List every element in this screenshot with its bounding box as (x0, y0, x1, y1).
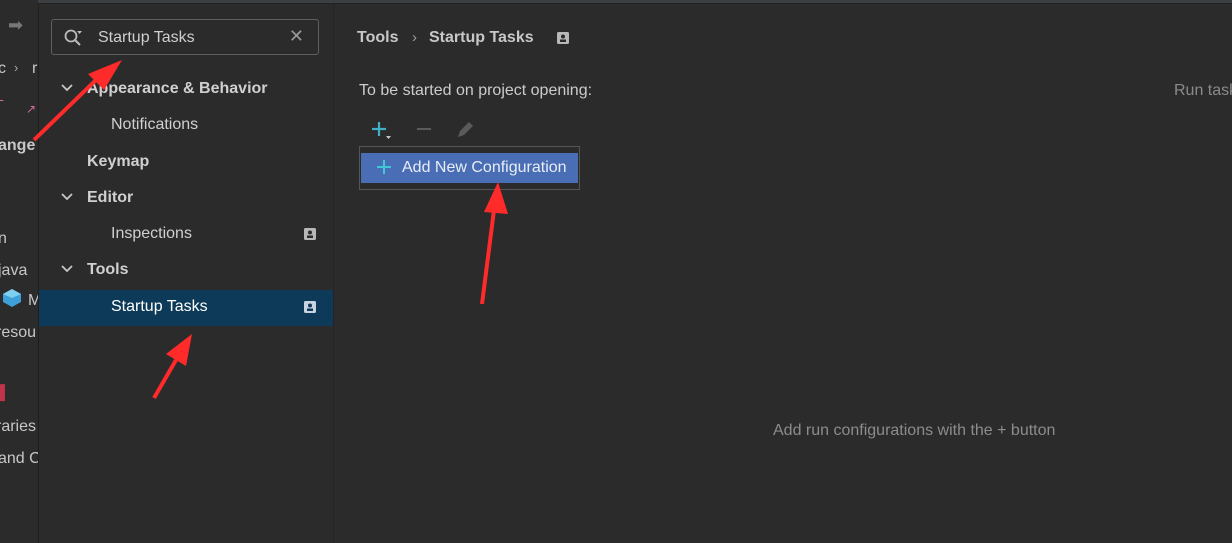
chevron-down-icon[interactable] (59, 189, 75, 205)
plus-icon (377, 160, 391, 174)
close-icon[interactable]: ✕ (289, 26, 304, 47)
settings-search-box[interactable]: ✕ (51, 19, 319, 55)
startup-tasks-list: Add New Configuration (359, 146, 580, 190)
breadcrumb-tools[interactable]: Tools (357, 29, 398, 47)
bg-marker-icon: ▌ (0, 384, 10, 400)
tree-item-editor[interactable]: Editor (39, 181, 333, 217)
breadcrumb-current: Startup Tasks (429, 29, 534, 46)
settings-search-input[interactable] (98, 28, 278, 48)
bg-fragment: n (0, 230, 7, 248)
module-icon (2, 288, 22, 313)
tree-item-label: Appearance & Behavior (87, 80, 268, 97)
tree-item-label: Keymap (87, 153, 150, 170)
edit-icon[interactable] (453, 118, 477, 142)
tree-item-label: Notifications (111, 116, 199, 133)
chevron-down-icon[interactable] (59, 80, 75, 96)
tree-item-inspections[interactable]: Inspections (39, 217, 333, 253)
settings-content-panel: Tools › Startup Tasks To be started on p… (334, 4, 1232, 543)
startup-section-label: To be started on project opening: (359, 82, 593, 99)
bg-fragment: java (0, 262, 28, 279)
run-tasks-label: Run tasks (1174, 82, 1232, 99)
bg-fragment: c (0, 60, 6, 78)
tree-item-label: Startup Tasks (111, 298, 208, 315)
bg-marker-icon: ⌐ (0, 92, 4, 108)
bg-marker-icon: ↗ (26, 102, 37, 116)
empty-state-hint: Add run configurations with the + button (773, 422, 1056, 439)
bg-fragment: and C (0, 450, 39, 467)
tree-item-startup-tasks[interactable]: Startup Tasks (39, 290, 333, 326)
tree-item-keymap[interactable]: Keymap (39, 145, 333, 181)
tree-item-label: Editor (87, 189, 134, 206)
project-scope-icon (557, 32, 569, 44)
project-scope-icon (304, 301, 316, 313)
tree-item-appearance-behavior[interactable]: Appearance & Behavior (39, 72, 333, 108)
settings-tree-panel: ✕ Appearance & Behavior Notifications Ke… (39, 4, 334, 543)
bg-fragment: r (32, 60, 38, 77)
search-icon (64, 29, 82, 46)
add-new-configuration-label: Add New Configuration (402, 159, 567, 176)
tree-item-tools[interactable]: Tools (39, 253, 333, 289)
tree-item-label: Tools (87, 261, 129, 278)
tree-item-notifications[interactable]: Notifications (39, 108, 333, 144)
forward-arrow-icon: ➡ (8, 15, 24, 35)
chevron-down-icon[interactable] (59, 261, 75, 277)
bg-fragment: resou (0, 324, 37, 341)
bg-fragment: M (28, 292, 38, 310)
bg-fragment: ange (0, 137, 36, 154)
background-ide-strip: ➡ c › r ⌐ ↗ ange n java M resou ▌ raries… (0, 0, 39, 543)
bg-chevron: › (14, 60, 19, 75)
project-scope-icon (304, 228, 316, 240)
add-new-configuration-item[interactable]: Add New Configuration (361, 153, 578, 183)
tree-item-label: Inspections (111, 225, 192, 242)
bg-fragment: raries (0, 418, 37, 435)
breadcrumb-separator: › (412, 29, 417, 46)
add-icon[interactable] (369, 118, 393, 142)
remove-icon[interactable] (413, 118, 437, 142)
